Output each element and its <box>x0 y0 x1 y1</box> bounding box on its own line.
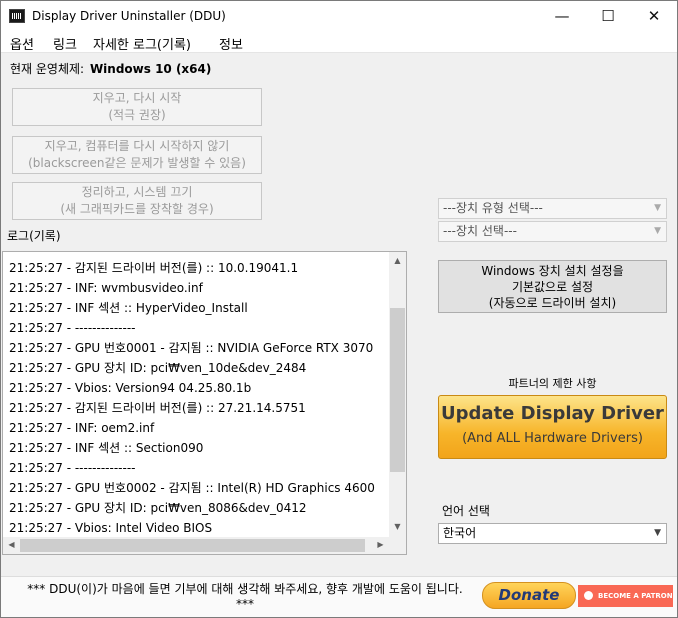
clean-no-restart-button[interactable]: 지우고, 컴퓨터를 다시 시작하지 않기 (blackscreen같은 문제가 … <box>12 136 262 174</box>
log-line: 21:25:27 - Vbios: Intel Video BIOS <box>9 521 213 535</box>
chevron-down-icon: ▼ <box>654 528 661 538</box>
button-label: 지우고, 컴퓨터를 다시 시작하지 않기 <box>44 139 230 153</box>
log-textbox[interactable]: 21:25:27 - 감지된 드라이버 버전(를) :: 10.0.19041.… <box>2 251 407 555</box>
menu-bar: 옵션 링크 자세한 로그(기록) 정보 <box>1 32 677 53</box>
button-label: 지우고, 다시 시작 <box>92 91 182 105</box>
close-button[interactable]: ✕ <box>631 1 677 32</box>
device-type-select[interactable]: ---장치 유형 선택--- ▼ <box>438 198 667 219</box>
button-sublabel: (적극 권장) <box>108 108 166 122</box>
os-label: 현재 운영체제: <box>10 62 85 76</box>
button-label: 정리하고, 시스템 끄기 <box>81 185 193 199</box>
log-vertical-scrollbar[interactable]: ▲ ▼ <box>389 252 406 537</box>
chevron-down-icon: ▼ <box>654 226 661 236</box>
current-os: 현재 운영체제: Windows 10 (x64) <box>10 60 211 77</box>
app-window: Display Driver Uninstaller (DDU) — ☐ ✕ 옵… <box>0 0 678 618</box>
log-horizontal-scroll-thumb[interactable] <box>20 539 365 552</box>
device-select[interactable]: ---장치 선택--- ▼ <box>438 221 667 242</box>
log-line: 21:25:27 - GPU 장치 ID: pci₩ven_10de&dev_2… <box>9 361 307 375</box>
log-vertical-scroll-thumb[interactable] <box>390 308 405 472</box>
device-type-value: ---장치 유형 선택--- <box>443 201 543 215</box>
scroll-down-icon[interactable]: ▼ <box>389 522 406 531</box>
log-line: 21:25:27 - GPU 번호0002 - 감지됨 :: Intel(R) … <box>9 481 375 495</box>
button-label: 기본값으로 설정 <box>511 280 594 294</box>
button-sublabel: (자동으로 드라이버 설치) <box>488 296 617 310</box>
button-sublabel: (blackscreen같은 문제가 발생할 수 있음) <box>28 156 246 170</box>
ddu-app-icon <box>9 9 25 23</box>
log-line: 21:25:27 - -------------- <box>9 461 136 475</box>
menu-links[interactable]: 링크 <box>53 34 77 53</box>
device-value: ---장치 선택--- <box>443 224 517 238</box>
language-value: 한국어 <box>443 526 477 540</box>
patron-label: BECOME A PATRON <box>598 592 673 600</box>
donation-message-line: *** DDU(이)가 마음에 들면 기부에 대해 생각해 봐주세요, 향후 개… <box>27 582 463 596</box>
button-sublabel: (새 그래픽카드를 장착할 경우) <box>60 202 214 216</box>
clean-and-shutdown-button[interactable]: 정리하고, 시스템 끄기 (새 그래픽카드를 장착할 경우) <box>12 182 262 220</box>
minimize-button[interactable]: — <box>539 1 585 32</box>
language-select[interactable]: 한국어 ▼ <box>438 523 667 544</box>
become-a-patron-button[interactable]: BECOME A PATRON <box>578 585 673 607</box>
log-line: 21:25:27 - 감지된 드라이버 버전(를) :: 27.21.14.57… <box>9 401 306 415</box>
scroll-up-icon[interactable]: ▲ <box>389 256 406 265</box>
update-button-subtitle: (And ALL Hardware Drivers) <box>462 431 643 446</box>
language-label: 언어 선택 <box>442 504 490 518</box>
donation-message-line: *** <box>236 597 254 611</box>
maximize-button[interactable]: ☐ <box>585 1 631 32</box>
log-line: 21:25:27 - 감지된 드라이버 버전(를) :: 10.0.19041.… <box>9 261 299 275</box>
patreon-icon <box>584 591 593 600</box>
log-line: 21:25:27 - INF 섹션 :: HyperVideo_Install <box>9 301 248 315</box>
scroll-left-icon[interactable]: ◀ <box>3 540 20 549</box>
log-lines: 21:25:27 - 감지된 드라이버 버전(를) :: 10.0.19041.… <box>9 258 389 538</box>
log-line: 21:25:27 - -------------- <box>9 321 136 335</box>
menu-detailed-log[interactable]: 자세한 로그(기록) <box>93 34 191 53</box>
donation-message: *** DDU(이)가 마음에 들면 기부에 대해 생각해 봐주세요, 향후 개… <box>9 582 481 612</box>
menu-options[interactable]: 옵션 <box>10 34 34 53</box>
log-horizontal-scrollbar[interactable]: ◀ ▶ <box>3 537 389 554</box>
window-title: Display Driver Uninstaller (DDU) <box>32 9 226 23</box>
log-line: 21:25:27 - INF 섹션 :: Section090 <box>9 441 204 455</box>
donate-button[interactable]: Donate <box>482 582 576 609</box>
log-label: 로그(기록) <box>7 229 61 243</box>
log-line: 21:25:27 - GPU 장치 ID: pci₩ven_8086&dev_0… <box>9 501 307 515</box>
log-line: 21:25:27 - INF: oem2.inf <box>9 421 155 435</box>
reset-device-install-settings-button[interactable]: Windows 장치 설치 설정을 기본값으로 설정 (자동으로 드라이버 설치… <box>438 260 667 313</box>
clean-and-restart-button[interactable]: 지우고, 다시 시작 (적극 권장) <box>12 88 262 126</box>
chevron-down-icon: ▼ <box>654 203 661 213</box>
partner-label: 파트너의 제한 사항 <box>508 377 597 390</box>
update-display-driver-button[interactable]: Update Display Driver (And ALL Hardware … <box>438 395 667 459</box>
log-line: 21:25:27 - GPU 번호0001 - 감지됨 :: NVIDIA Ge… <box>9 341 374 355</box>
os-value: Windows 10 (x64) <box>89 62 212 76</box>
log-line: 21:25:27 - Vbios: Version94 04.25.80.1b <box>9 381 252 395</box>
button-label: Windows 장치 설치 설정을 <box>481 264 624 278</box>
scroll-right-icon[interactable]: ▶ <box>372 540 389 549</box>
menu-info[interactable]: 정보 <box>219 34 243 53</box>
update-button-title: Update Display Driver <box>441 403 664 424</box>
log-line: 21:25:27 - INF: wvmbusvideo.inf <box>9 281 203 295</box>
title-bar: Display Driver Uninstaller (DDU) — ☐ ✕ <box>1 1 677 32</box>
scrollbar-corner <box>389 537 406 554</box>
